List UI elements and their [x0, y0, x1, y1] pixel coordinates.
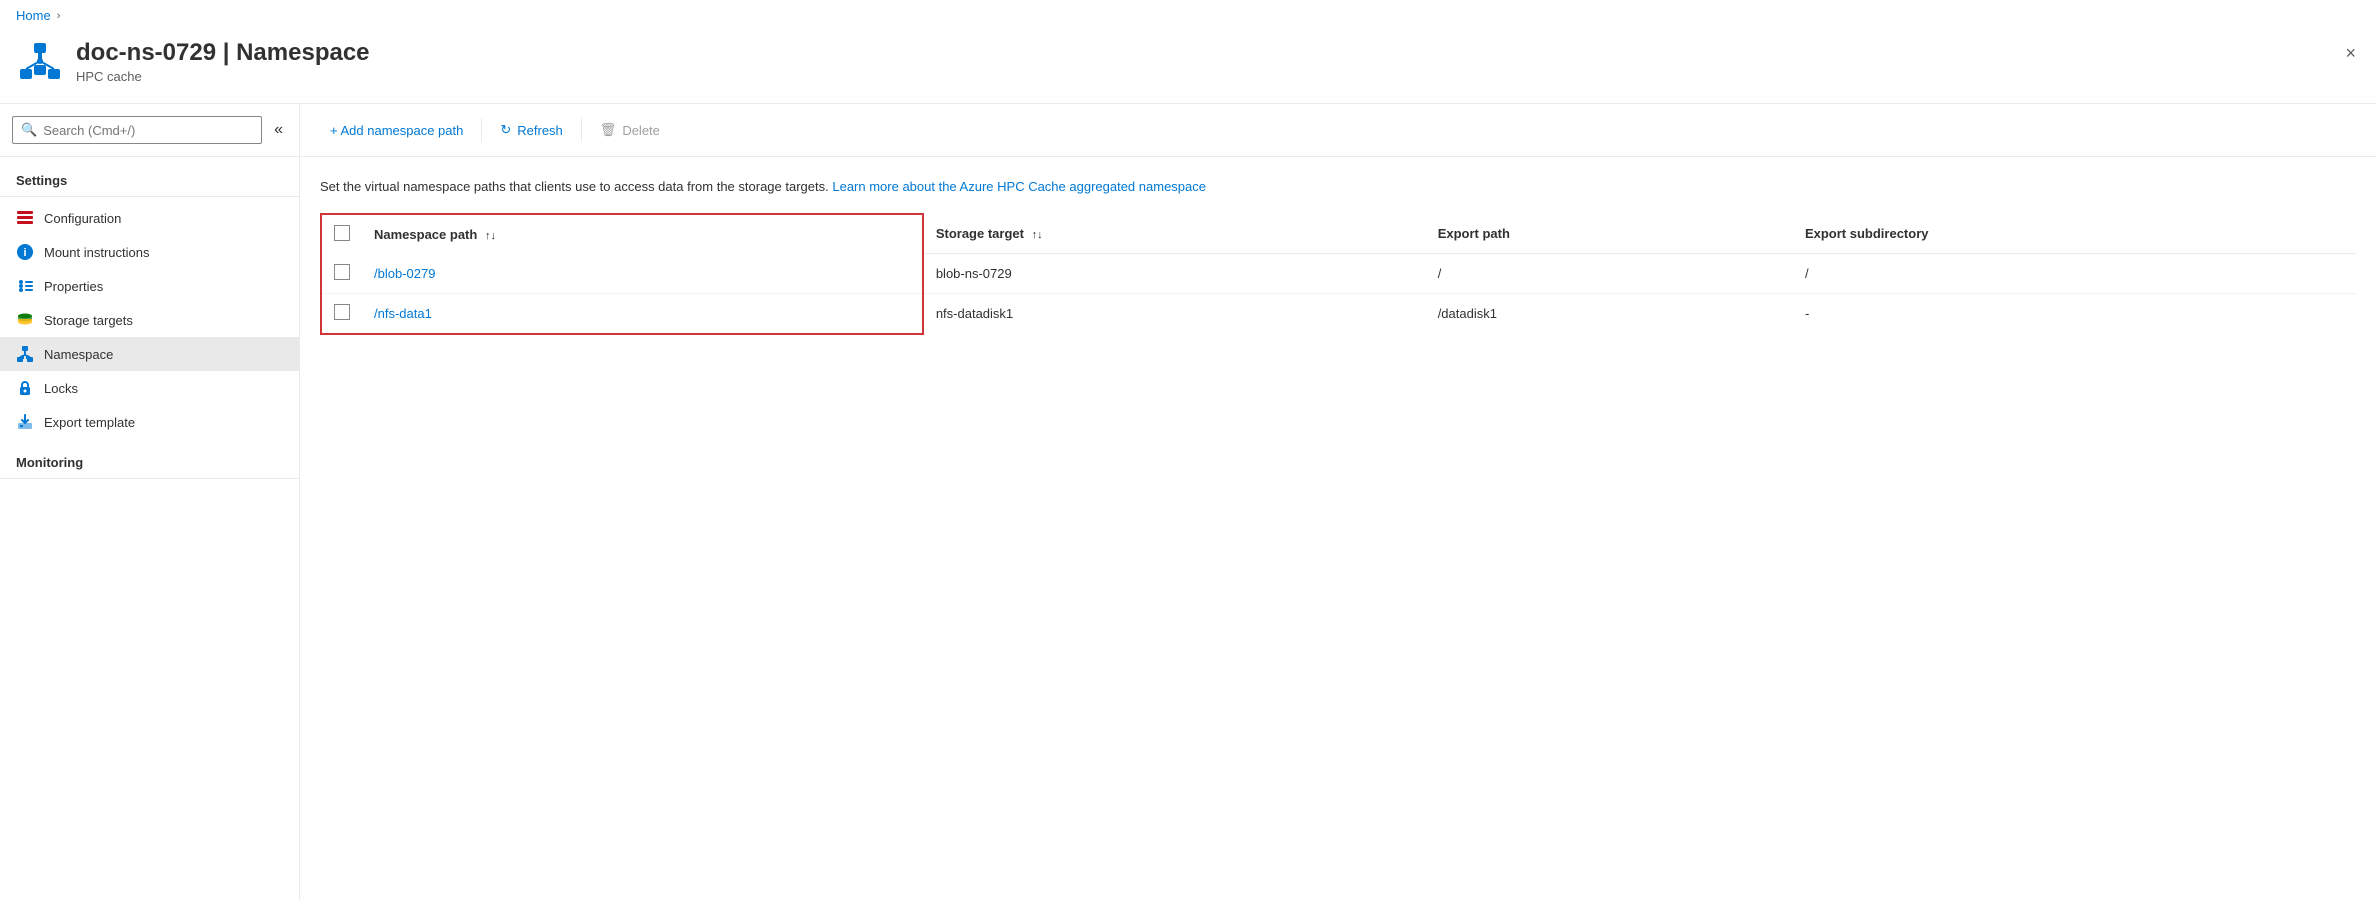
breadcrumb: Home › [0, 0, 2376, 31]
export-subdirectory-header: Export subdirectory [1793, 214, 2356, 254]
namespace-label: Namespace [44, 347, 283, 362]
locks-label: Locks [44, 381, 283, 396]
home-link[interactable]: Home [16, 8, 51, 23]
export-icon [16, 413, 34, 431]
row2-namespace-path-link[interactable]: /nfs-data1 [374, 306, 432, 321]
content-area: + Add namespace path ↻ Refresh 🗑 Delete … [300, 104, 2376, 900]
delete-button[interactable]: 🗑 Delete [590, 116, 670, 144]
row1-namespace-path-link[interactable]: /blob-0279 [374, 266, 435, 281]
sidebar-item-mount-instructions[interactable]: i Mount instructions [0, 235, 299, 269]
monitoring-divider [0, 478, 299, 479]
sidebar-item-configuration[interactable]: Configuration [0, 201, 299, 235]
svg-text:i: i [23, 247, 26, 259]
export-subdirectory-header-label: Export subdirectory [1805, 226, 1929, 241]
search-input-wrap[interactable]: 🔍 [12, 116, 262, 144]
row1-export-path-cell: / [1426, 254, 1793, 294]
namespace-table: Namespace path ↑↓ Storage target ↑↓ Expo… [320, 213, 2356, 335]
sidebar: 🔍 « Settings Configuration [0, 104, 300, 900]
refresh-icon: ↻ [500, 122, 511, 138]
sidebar-item-namespace[interactable]: Namespace [0, 337, 299, 371]
row2-storage-target-cell: nfs-datadisk1 [923, 293, 1426, 334]
settings-divider [0, 196, 299, 197]
storage-icon [16, 311, 34, 329]
description-static: Set the virtual namespace paths that cli… [320, 179, 829, 194]
search-input[interactable] [43, 123, 253, 138]
close-button[interactable]: × [2341, 39, 2360, 68]
configuration-label: Configuration [44, 211, 283, 226]
lock-icon [16, 379, 34, 397]
namespace-path-header[interactable]: Namespace path ↑↓ [362, 214, 923, 254]
export-path-header-label: Export path [1438, 226, 1510, 241]
page-subtitle: HPC cache [76, 69, 370, 84]
storage-targets-label: Storage targets [44, 313, 283, 328]
row2-namespace-path-cell: /nfs-data1 [362, 293, 923, 334]
namespace-path-sort-icon[interactable]: ↑↓ [485, 230, 496, 242]
page-header: doc-ns-0729 | Namespace HPC cache × [0, 31, 2376, 104]
row1-storage-target: blob-ns-0729 [936, 266, 1012, 281]
hpc-cache-icon [16, 39, 64, 87]
row2-export-path-cell: /datadisk1 [1426, 293, 1793, 334]
delete-label: Delete [622, 123, 660, 138]
table-row: /nfs-data1 nfs-datadisk1 /datadisk1 - [321, 293, 2356, 334]
toolbar-separator-2 [581, 118, 582, 142]
row1-select-cell [321, 254, 362, 294]
row1-namespace-path-cell: /blob-0279 [362, 254, 923, 294]
row1-checkbox[interactable] [334, 264, 350, 280]
storage-target-header[interactable]: Storage target ↑↓ [923, 214, 1426, 254]
row2-checkbox[interactable] [334, 304, 350, 320]
row1-export-subdirectory-cell: / [1793, 254, 2356, 294]
storage-target-sort-icon[interactable]: ↑↓ [1032, 229, 1043, 241]
sidebar-item-storage-targets[interactable]: Storage targets [0, 303, 299, 337]
row1-storage-target-cell: blob-ns-0729 [923, 254, 1426, 294]
sidebar-item-locks[interactable]: Locks [0, 371, 299, 405]
sidebar-item-properties[interactable]: Properties [0, 269, 299, 303]
monitoring-section-label: Monitoring [0, 439, 299, 474]
header-text: doc-ns-0729 | Namespace HPC cache [76, 39, 370, 84]
toolbar: + Add namespace path ↻ Refresh 🗑 Delete [300, 104, 2376, 157]
row1-export-path: / [1438, 266, 1442, 281]
row2-select-cell [321, 293, 362, 334]
row2-export-subdirectory-cell: - [1793, 293, 2356, 334]
learn-more-link[interactable]: Learn more about the Azure HPC Cache agg… [832, 179, 1206, 194]
table-wrapper: Namespace path ↑↓ Storage target ↑↓ Expo… [320, 213, 2356, 335]
storage-target-header-label: Storage target [936, 226, 1024, 241]
search-icon: 🔍 [21, 122, 37, 138]
table-header-row: Namespace path ↑↓ Storage target ↑↓ Expo… [321, 214, 2356, 254]
row2-export-subdirectory: - [1805, 306, 1809, 321]
namespace-path-header-label: Namespace path [374, 227, 477, 242]
search-box: 🔍 « [0, 104, 299, 157]
export-path-header: Export path [1426, 214, 1793, 254]
properties-label: Properties [44, 279, 283, 294]
row2-export-path: /datadisk1 [1438, 306, 1497, 321]
refresh-label: Refresh [517, 123, 563, 138]
refresh-button[interactable]: ↻ Refresh [490, 116, 572, 144]
sidebar-item-export-template[interactable]: Export template [0, 405, 299, 439]
delete-icon: 🗑 [600, 122, 617, 138]
row1-export-subdirectory: / [1805, 266, 1809, 281]
collapse-sidebar-button[interactable]: « [270, 117, 287, 143]
toolbar-separator-1 [481, 118, 482, 142]
export-template-label: Export template [44, 415, 283, 430]
select-all-header [321, 214, 362, 254]
mount-instructions-label: Mount instructions [44, 245, 283, 260]
content-body: Set the virtual namespace paths that cli… [300, 157, 2376, 355]
row2-storage-target: nfs-datadisk1 [936, 306, 1013, 321]
properties-icon [16, 277, 34, 295]
settings-section-label: Settings [0, 157, 299, 192]
namespace-icon [16, 345, 34, 363]
add-namespace-path-button[interactable]: + Add namespace path [320, 117, 473, 144]
page-title: doc-ns-0729 | Namespace [76, 39, 370, 67]
description-text: Set the virtual namespace paths that cli… [320, 177, 2356, 197]
configuration-icon [16, 209, 34, 227]
select-all-checkbox[interactable] [334, 225, 350, 241]
info-icon: i [16, 243, 34, 261]
breadcrumb-separator: › [57, 10, 61, 22]
table-row: /blob-0279 blob-ns-0729 / / [321, 254, 2356, 294]
